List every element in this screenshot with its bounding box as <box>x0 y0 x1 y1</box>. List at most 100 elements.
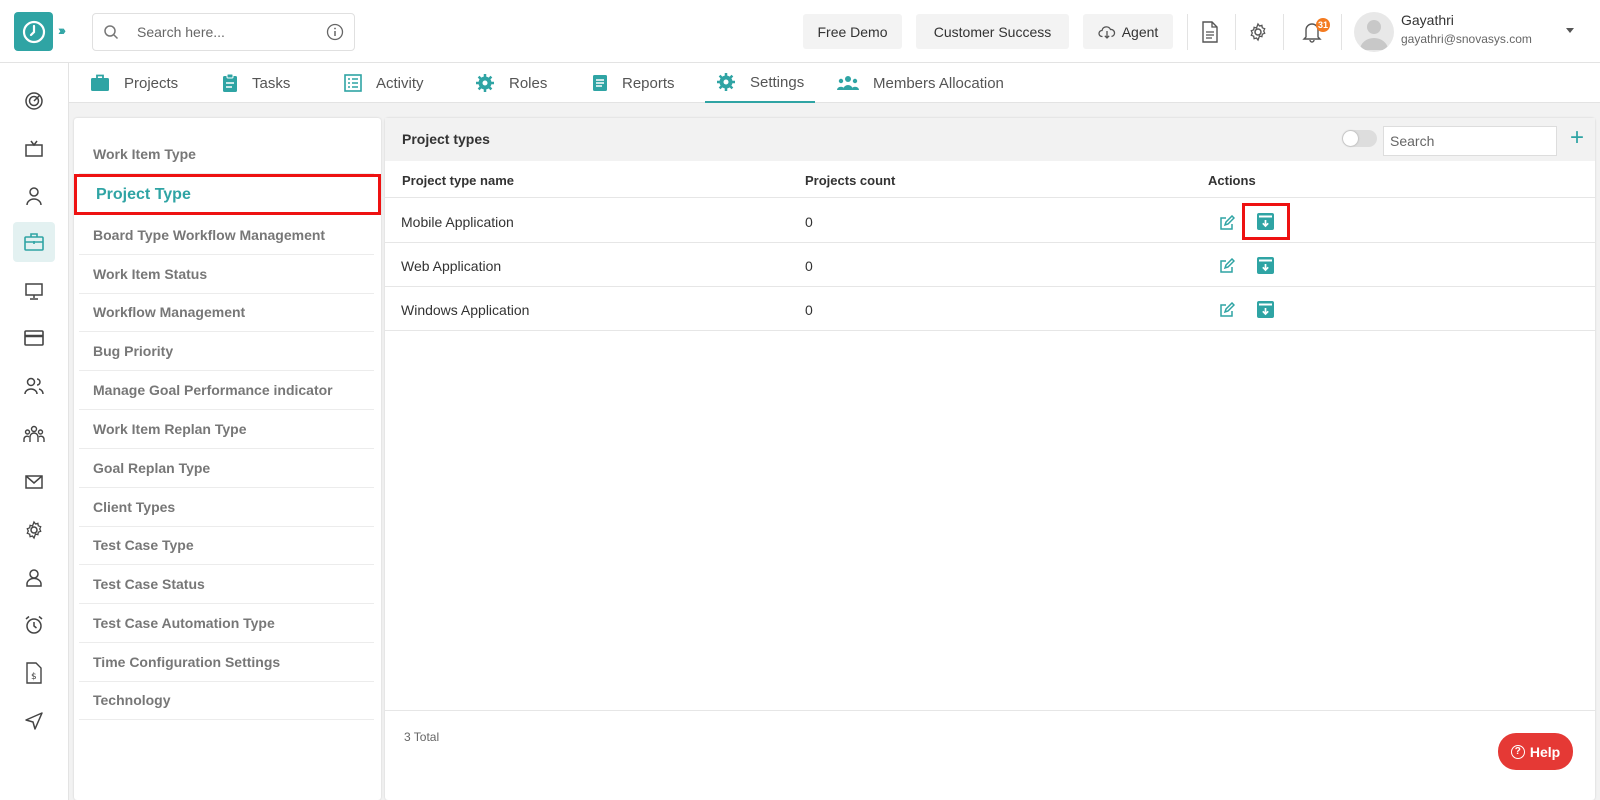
tab-tasks[interactable]: Tasks <box>222 63 290 103</box>
settings-menu-item[interactable]: Work Item Replan Type <box>79 410 374 449</box>
column-header-name: Project type name <box>402 173 514 188</box>
chevron-down-icon[interactable] <box>1566 28 1574 33</box>
help-button[interactable]: ? Help <box>1498 733 1573 770</box>
global-search <box>92 13 355 51</box>
settings-menu-item[interactable]: Work Item Status <box>79 255 374 294</box>
clock-icon <box>22 20 45 43</box>
app-logo[interactable] <box>14 12 53 51</box>
alarm-clock-icon[interactable] <box>13 605 55 645</box>
card-icon[interactable] <box>13 318 55 358</box>
settings-menu-item[interactable]: Technology <box>79 681 374 720</box>
settings-menu-item[interactable]: Bug Priority <box>79 332 374 371</box>
edit-icon[interactable] <box>1217 256 1237 276</box>
send-icon[interactable] <box>13 701 55 741</box>
divider <box>1341 14 1342 50</box>
mail-icon[interactable] <box>13 462 55 502</box>
tab-roles[interactable]: Roles <box>475 63 547 103</box>
settings-menu-item[interactable]: Test Case Status <box>79 565 374 604</box>
page-title: Project types <box>402 131 490 147</box>
tab-label: Roles <box>509 74 548 92</box>
settings-menu-item[interactable]: Manage Goal Performance indicator <box>79 371 374 410</box>
divider <box>1187 14 1188 50</box>
tab-settings[interactable]: Settings <box>705 63 816 103</box>
projects-count: 0 <box>805 302 813 318</box>
project-type-name: Mobile Application <box>401 214 514 230</box>
avatar[interactable] <box>1354 12 1394 52</box>
divider <box>1283 14 1284 50</box>
info-icon[interactable] <box>326 23 344 41</box>
document-icon[interactable] <box>1198 20 1222 44</box>
divider <box>1235 14 1236 50</box>
user-icon[interactable] <box>13 176 55 216</box>
help-icon: ? <box>1510 744 1525 759</box>
highlight-box <box>1242 203 1290 240</box>
settings-menu-item[interactable]: Client Types <box>79 488 374 527</box>
user-email: gayathri@snovasys.com <box>1401 32 1532 46</box>
search-icon <box>104 25 119 40</box>
project-tabs: Projects Tasks Activity Roles Reports Se… <box>69 63 1600 103</box>
users-icon[interactable] <box>13 366 55 406</box>
settings-gear-icon[interactable] <box>13 510 55 550</box>
customer-success-button[interactable]: Customer Success <box>916 14 1069 49</box>
project-types-panel: Project types + Project type name Projec… <box>385 118 1595 800</box>
gear-icon[interactable] <box>1246 20 1270 44</box>
settings-menu-item[interactable]: Board Type Workflow Management <box>79 216 374 255</box>
tab-label: Reports <box>622 74 675 92</box>
archive-toggle[interactable] <box>1342 130 1377 147</box>
settings-menu-item[interactable]: Test Case Automation Type <box>79 604 374 643</box>
archive-icon[interactable] <box>1255 299 1275 319</box>
projects-count: 0 <box>805 258 813 274</box>
tab-label: Projects <box>124 74 179 92</box>
people-icon <box>837 76 859 90</box>
edit-icon[interactable] <box>1217 300 1237 320</box>
tab-projects[interactable]: Projects <box>90 63 178 103</box>
invoice-icon[interactable]: $ <box>13 653 55 693</box>
projects-count: 0 <box>805 214 813 230</box>
project-type-name: Web Application <box>401 258 502 274</box>
gear-icon <box>717 73 735 91</box>
global-search-input[interactable] <box>137 24 307 40</box>
report-icon <box>593 75 607 91</box>
table-header: Project type name Projects count Actions <box>385 161 1595 198</box>
settings-menu-item[interactable]: Time Configuration Settings <box>79 643 374 682</box>
settings-menu-item[interactable]: Work Item Type <box>79 135 374 174</box>
projects-briefcase-icon[interactable] <box>13 222 55 262</box>
agent-label: Agent <box>1121 23 1159 40</box>
monitor-icon[interactable] <box>13 271 55 311</box>
column-header-actions: Actions <box>1208 173 1256 188</box>
tv-icon[interactable] <box>13 129 55 169</box>
free-demo-button[interactable]: Free Demo <box>803 14 902 49</box>
settings-menu-item-active[interactable]: Project Type <box>74 174 381 215</box>
user-name: Gayathri <box>1401 12 1454 28</box>
add-icon[interactable]: + <box>1570 126 1584 150</box>
tab-label: Settings <box>750 73 805 91</box>
archive-icon[interactable] <box>1255 255 1275 275</box>
settings-menu-item[interactable]: Goal Replan Type <box>79 449 374 488</box>
settings-menu-item[interactable]: Test Case Type <box>79 526 374 565</box>
svg-text:$: $ <box>31 672 37 682</box>
side-nav: $ <box>0 63 69 800</box>
tab-reports[interactable]: Reports <box>592 63 675 103</box>
cloud-download-icon <box>1098 25 1115 39</box>
tab-label: Members Allocation <box>873 74 1004 92</box>
help-label: Help <box>1529 743 1561 760</box>
search-input[interactable] <box>1383 126 1557 156</box>
tab-label: Activity <box>376 74 424 92</box>
dashboard-icon[interactable] <box>13 81 55 121</box>
tab-members-allocation[interactable]: Members Allocation <box>837 63 1004 103</box>
top-bar: ››› Free Demo Customer Success Agent 31 … <box>0 0 1600 63</box>
expand-sidebar-icon[interactable]: ››› <box>58 22 66 38</box>
notification-badge: 31 <box>1316 18 1330 32</box>
clipboard-icon <box>223 73 237 92</box>
column-header-count: Projects count <box>805 173 896 188</box>
project-type-name: Windows Application <box>401 302 530 318</box>
person-badge-icon[interactable] <box>13 558 55 598</box>
gear-icon <box>476 74 494 92</box>
tab-activity[interactable]: Activity <box>344 63 424 103</box>
panel-header: Project types + <box>385 118 1595 161</box>
team-icon[interactable] <box>13 414 55 454</box>
settings-menu-item[interactable]: Workflow Management <box>79 293 374 332</box>
edit-icon[interactable] <box>1217 213 1237 233</box>
total-count: 3 Total <box>404 730 440 744</box>
agent-button[interactable]: Agent <box>1083 14 1173 49</box>
